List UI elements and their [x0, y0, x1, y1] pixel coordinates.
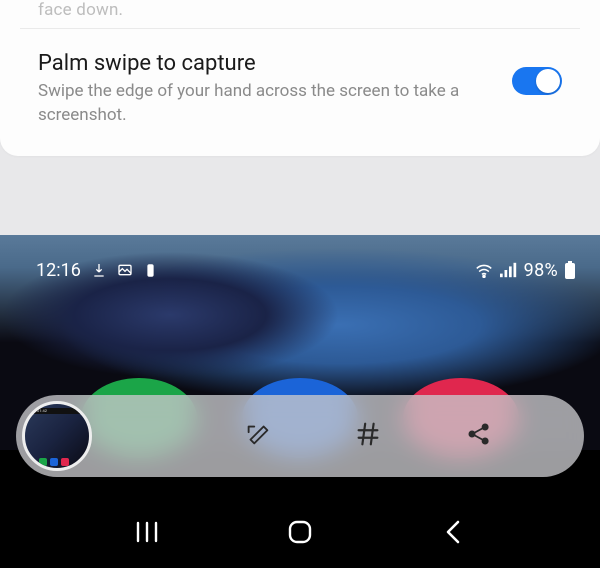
signal-icon	[500, 262, 518, 278]
hashtag-icon	[353, 419, 383, 453]
share-button[interactable]	[424, 420, 535, 452]
toggle-knob	[536, 69, 560, 93]
status-right: 98%	[474, 260, 576, 281]
home-icon	[287, 519, 313, 549]
divider	[20, 28, 580, 29]
status-left: 12:16	[36, 260, 158, 281]
toggle-palm-swipe[interactable]	[512, 67, 562, 95]
nav-home[interactable]	[270, 514, 330, 554]
status-bar: 12:16 98%	[0, 255, 600, 285]
nav-back[interactable]	[423, 514, 483, 554]
clock-icon	[143, 263, 158, 278]
back-icon	[444, 519, 462, 549]
wifi-icon	[474, 262, 494, 278]
edit-button[interactable]	[203, 419, 314, 453]
phone-screenshot-area: 12:16 98%	[0, 235, 600, 568]
previous-setting-desc-partial: face down.	[0, 0, 600, 28]
hashtag-button[interactable]	[313, 419, 424, 453]
download-icon	[91, 262, 107, 278]
setting-title: Palm swipe to capture	[38, 51, 492, 76]
picture-icon	[117, 262, 133, 278]
setting-text: Palm swipe to capture Swipe the edge of …	[38, 51, 492, 128]
recents-icon	[134, 521, 160, 547]
setting-row-palm-swipe[interactable]: Palm swipe to capture Swipe the edge of …	[0, 51, 600, 128]
edit-icon	[243, 419, 273, 453]
status-time: 12:16	[36, 260, 81, 281]
nav-recents[interactable]	[117, 514, 177, 554]
screenshot-thumbnail[interactable]: 01:42	[22, 401, 92, 471]
setting-description: Swipe the edge of your hand across the s…	[38, 80, 492, 128]
settings-card: face down. Palm swipe to capture Swipe t…	[0, 0, 600, 156]
share-icon	[465, 420, 493, 452]
navigation-bar	[0, 500, 600, 568]
battery-icon	[564, 261, 576, 279]
screenshot-toolbar: 01:42	[16, 395, 584, 477]
battery-percentage: 98%	[524, 260, 558, 281]
